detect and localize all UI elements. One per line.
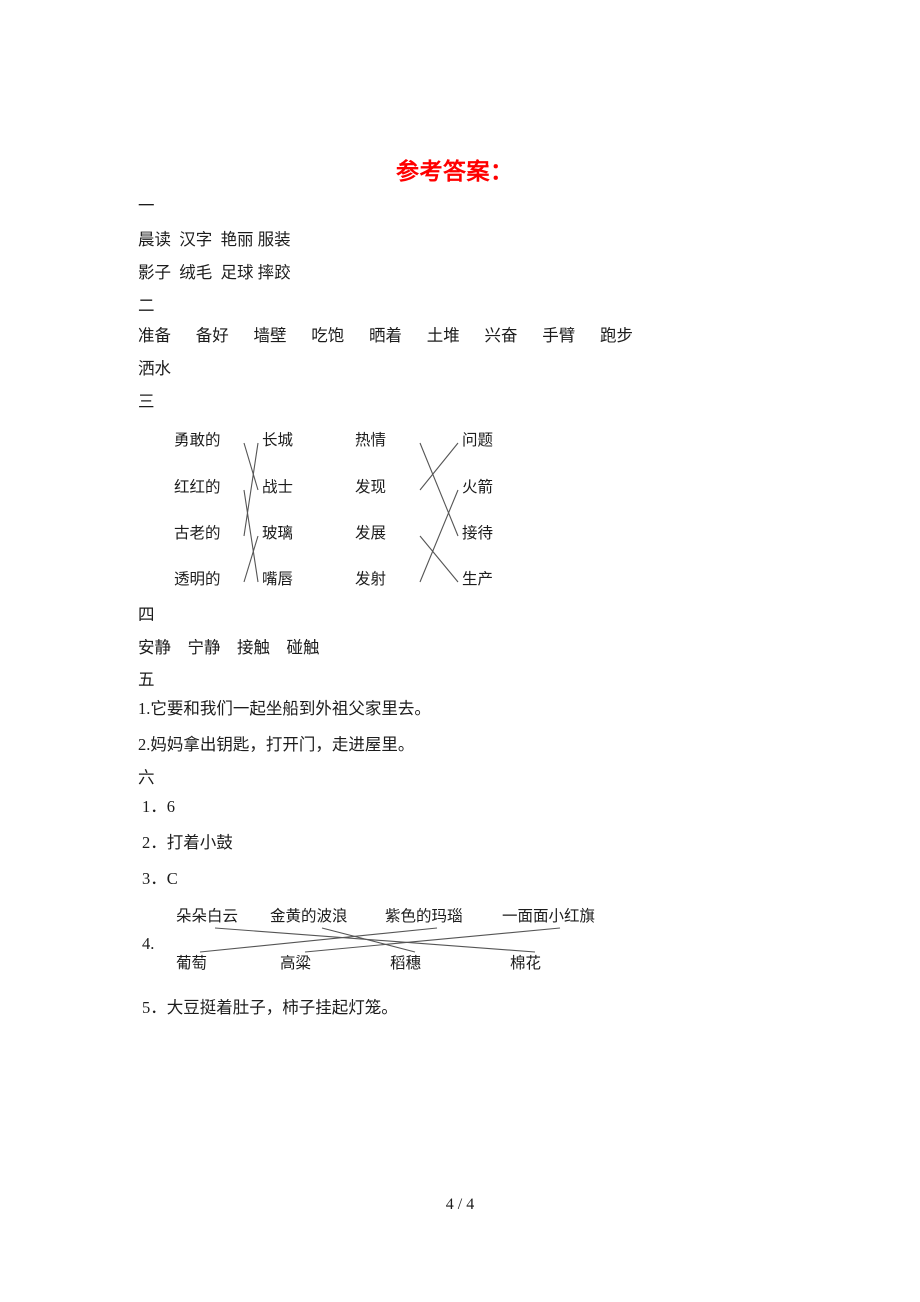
answer-sheet-page: 参考答案： 一 晨读 汉字 艳丽 服装 影子 绒毛 足球 摔跤 二 准备 备好 … <box>0 0 920 1302</box>
page-number: 4 / 4 <box>445 1196 475 1213</box>
matching-connector-lines-section-6 <box>199 927 561 953</box>
